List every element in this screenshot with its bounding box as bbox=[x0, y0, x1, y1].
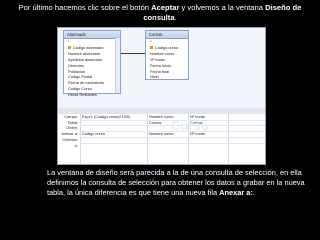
caption-body: La ventana de diseño será parecida a la … bbox=[47, 168, 305, 197]
cursos-field[interactable]: Nivel bbox=[146, 74, 188, 80]
primary-key-icon bbox=[150, 46, 153, 50]
grid-rule bbox=[80, 142, 265, 144]
field-label: Fecha final bbox=[150, 68, 170, 74]
field-label: Nombre alumnado bbox=[68, 50, 101, 56]
alumnado-field-list: * Codigo alumnado Nombre alumnado Apellidos… bbox=[64, 39, 120, 98]
primary-key-icon bbox=[68, 46, 71, 50]
relationship-line bbox=[121, 53, 145, 54]
field-label: Codigo alumnado bbox=[73, 44, 104, 50]
aceptar-emphasis: Aceptar bbox=[151, 3, 180, 12]
field-label: Direccion bbox=[68, 62, 85, 68]
query-grid: Campo: Tabla: Orden: Anexar a: Criterios: o: … bbox=[58, 114, 265, 164]
grid-column-1[interactable]: Expr1: [Codigo curso]+1000 Codigo curso bbox=[82, 114, 146, 137]
anexar-emphasis: Anexar a: bbox=[219, 188, 253, 197]
field-label: * bbox=[68, 39, 70, 44]
field-label: * bbox=[150, 39, 152, 44]
field-label: Nº horas bbox=[150, 56, 166, 62]
query-design-screenshot: Alumnado * Codigo alumnado Nombre alumnado… bbox=[57, 27, 266, 165]
field-label: Apellidos alumnado bbox=[68, 56, 102, 62]
field-label: Fecha de nacimiento bbox=[68, 80, 105, 86]
watermark-logo: Curso bbox=[171, 118, 209, 133]
heading-text: Por último hacemos clic sobre el botón A… bbox=[4, 3, 316, 23]
field-label: Codigo curso bbox=[155, 44, 178, 50]
grid-row-label: o: bbox=[74, 142, 78, 148]
alumnado-table-title[interactable]: Alumnado bbox=[64, 31, 120, 39]
caption-end: . bbox=[252, 188, 255, 197]
heading-part: Por último hacemos clic sobre el botón bbox=[18, 3, 152, 12]
alumnado-table[interactable]: Alumnado * Codigo alumnado Nombre alumnado… bbox=[63, 30, 121, 97]
table-pane: Alumnado * Codigo alumnado Nombre alumnado… bbox=[58, 28, 265, 108]
cursos-field-list: * Codigo curso Nombre curso Nº horas Fecha i… bbox=[146, 39, 188, 80]
anexar-cell[interactable]: Codigo curso bbox=[82, 131, 146, 137]
field-label: Fecha inicio bbox=[150, 62, 171, 68]
field-label: Nombre curso bbox=[150, 50, 175, 56]
cursos-table-title[interactable]: Cursos bbox=[146, 31, 188, 39]
alumnado-field[interactable]: Horas Restantes bbox=[64, 92, 120, 98]
caption-text: La ventana de diseño será parecida a la … bbox=[47, 168, 307, 198]
cursos-table[interactable]: Cursos * Codigo curso Nombre curso Nº horas… bbox=[145, 30, 189, 80]
field-label: Codigo Curso bbox=[68, 86, 92, 92]
heading-part: y volvemos a la ventana bbox=[179, 3, 266, 12]
heading-part: . bbox=[174, 13, 177, 22]
grid-divider bbox=[147, 114, 148, 164]
grid-divider bbox=[228, 114, 229, 164]
field-label: Horas Restantes bbox=[68, 92, 97, 98]
field-label: Codigo Postal bbox=[68, 74, 93, 80]
alumnado-scrollbar[interactable] bbox=[115, 38, 120, 93]
field-label: Poblacion bbox=[68, 68, 86, 74]
field-label: Nivel bbox=[150, 74, 159, 80]
grid-divider bbox=[80, 114, 81, 164]
